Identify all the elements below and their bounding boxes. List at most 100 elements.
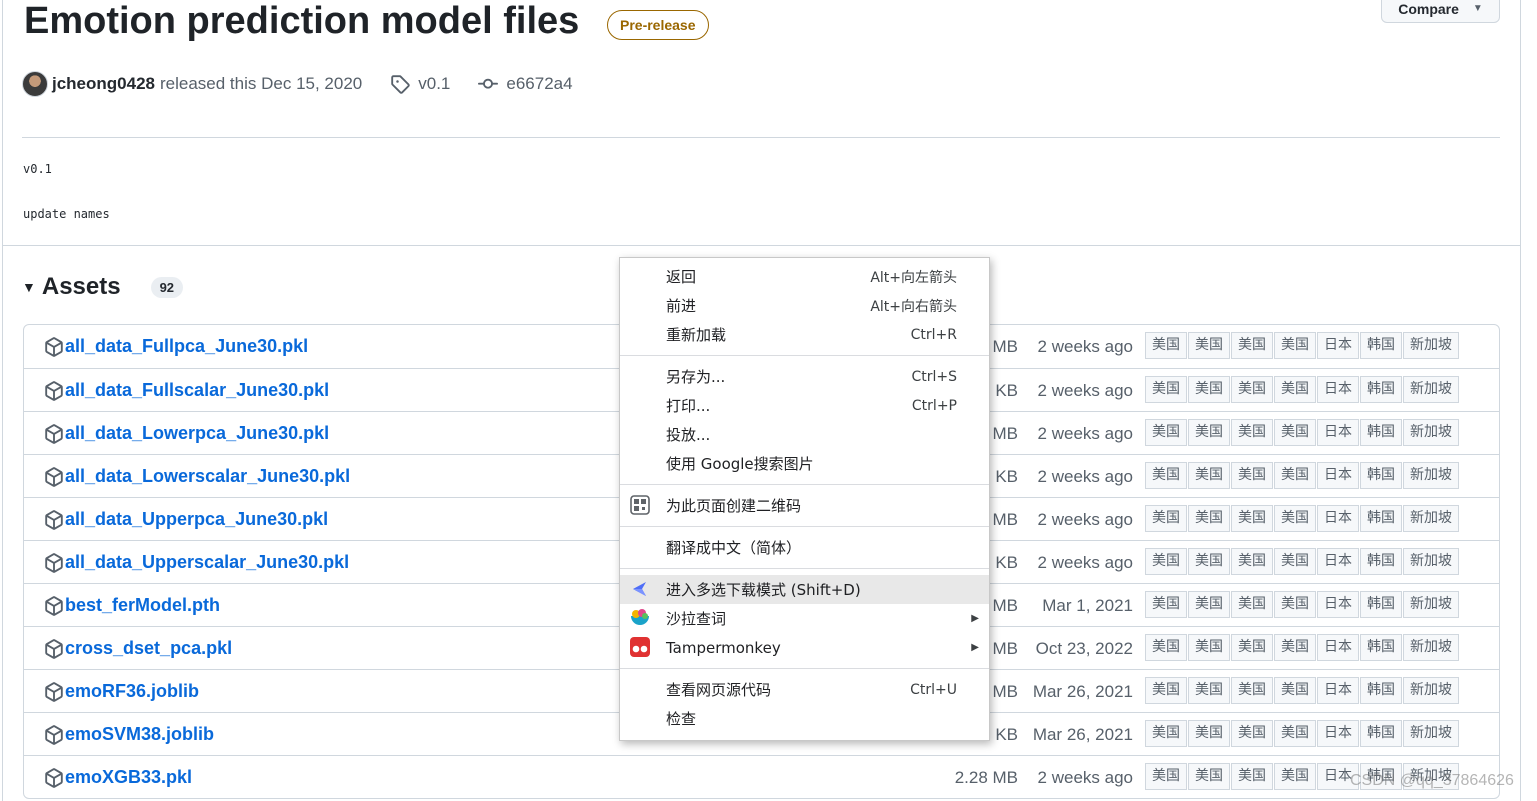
mirror-download-button[interactable]: 美国 <box>1274 677 1316 704</box>
mirror-download-button[interactable]: 新加坡 <box>1403 332 1459 359</box>
mirror-download-button[interactable]: 美国 <box>1231 591 1273 618</box>
mirror-download-button[interactable]: 新加坡 <box>1403 591 1459 618</box>
mirror-download-button[interactable]: 美国 <box>1145 591 1187 618</box>
mirror-download-button[interactable]: 美国 <box>1145 376 1187 403</box>
mirror-download-button[interactable]: 新加坡 <box>1403 462 1459 489</box>
mirror-download-button[interactable]: 美国 <box>1188 720 1230 747</box>
mirror-download-button[interactable]: 美国 <box>1188 548 1230 575</box>
asset-link[interactable]: emoXGB33.pkl <box>44 767 192 788</box>
asset-name[interactable]: emoSVM38.joblib <box>65 724 214 745</box>
mirror-download-button[interactable]: 美国 <box>1274 763 1316 790</box>
mirror-download-button[interactable]: 日本 <box>1317 332 1359 359</box>
context-menu-item[interactable]: 为此页面创建二维码 <box>620 491 989 520</box>
context-menu-item[interactable]: 查看网页源代码 Ctrl+U <box>620 675 989 704</box>
context-menu-item[interactable]: 返回 Alt+向左箭头 <box>620 262 989 291</box>
compare-button[interactable]: Compare ▼ <box>1381 0 1500 23</box>
mirror-download-button[interactable]: 美国 <box>1231 634 1273 661</box>
asset-link[interactable]: all_data_Fullscalar_June30.pkl <box>44 380 329 401</box>
mirror-download-button[interactable]: 日本 <box>1317 720 1359 747</box>
asset-link[interactable]: all_data_Fullpca_June30.pkl <box>44 336 308 357</box>
mirror-download-button[interactable]: 美国 <box>1188 462 1230 489</box>
mirror-download-button[interactable]: 美国 <box>1145 763 1187 790</box>
mirror-download-button[interactable]: 美国 <box>1188 332 1230 359</box>
mirror-download-button[interactable]: 韩国 <box>1360 591 1402 618</box>
asset-name[interactable]: emoRF36.joblib <box>65 681 199 702</box>
mirror-download-button[interactable]: 美国 <box>1145 419 1187 446</box>
mirror-download-button[interactable]: 美国 <box>1145 677 1187 704</box>
mirror-download-button[interactable]: 新加坡 <box>1403 634 1459 661</box>
mirror-download-button[interactable]: 美国 <box>1274 419 1316 446</box>
asset-name[interactable]: all_data_Upperpca_June30.pkl <box>65 509 328 530</box>
mirror-download-button[interactable]: 日本 <box>1317 548 1359 575</box>
mirror-download-button[interactable]: 美国 <box>1145 634 1187 661</box>
asset-link[interactable]: emoRF36.joblib <box>44 681 199 702</box>
context-menu-item[interactable]: 进入多选下载模式 (Shift+D) <box>620 575 989 604</box>
mirror-download-button[interactable]: 新加坡 <box>1403 677 1459 704</box>
mirror-download-button[interactable]: 美国 <box>1188 763 1230 790</box>
asset-link[interactable]: emoSVM38.joblib <box>44 724 214 745</box>
mirror-download-button[interactable]: 美国 <box>1231 376 1273 403</box>
mirror-download-button[interactable]: 美国 <box>1231 505 1273 532</box>
mirror-download-button[interactable]: 美国 <box>1274 462 1316 489</box>
context-menu-item[interactable]: 翻译成中文（简体） <box>620 533 989 562</box>
assets-toggle[interactable]: ▼ Assets 92 <box>22 273 184 301</box>
mirror-download-button[interactable]: 美国 <box>1231 332 1273 359</box>
asset-link[interactable]: all_data_Upperscalar_June30.pkl <box>44 552 349 573</box>
mirror-download-button[interactable]: 美国 <box>1274 376 1316 403</box>
mirror-download-button[interactable]: 美国 <box>1188 677 1230 704</box>
asset-name[interactable]: cross_dset_pca.pkl <box>65 638 232 659</box>
asset-link[interactable]: all_data_Upperpca_June30.pkl <box>44 509 328 530</box>
mirror-download-button[interactable]: 美国 <box>1145 332 1187 359</box>
author-link[interactable]: jcheong0428 <box>52 74 155 94</box>
mirror-download-button[interactable]: 韩国 <box>1360 462 1402 489</box>
mirror-download-button[interactable]: 新加坡 <box>1403 505 1459 532</box>
asset-name[interactable]: emoXGB33.pkl <box>65 767 192 788</box>
asset-name[interactable]: all_data_Lowerpca_June30.pkl <box>65 423 329 444</box>
mirror-download-button[interactable]: 美国 <box>1231 462 1273 489</box>
mirror-download-button[interactable]: 美国 <box>1145 462 1187 489</box>
mirror-download-button[interactable]: 日本 <box>1317 677 1359 704</box>
asset-name[interactable]: all_data_Upperscalar_June30.pkl <box>65 552 349 573</box>
mirror-download-button[interactable]: 日本 <box>1317 505 1359 532</box>
context-menu-item[interactable]: 使用 Google搜索图片 <box>620 449 989 478</box>
mirror-download-button[interactable]: 韩国 <box>1360 505 1402 532</box>
asset-link[interactable]: all_data_Lowerscalar_June30.pkl <box>44 466 350 487</box>
mirror-download-button[interactable]: 日本 <box>1317 419 1359 446</box>
context-menu-item[interactable]: 检查 <box>620 704 989 733</box>
mirror-download-button[interactable]: 美国 <box>1274 720 1316 747</box>
mirror-download-button[interactable]: 韩国 <box>1360 634 1402 661</box>
mirror-download-button[interactable]: 日本 <box>1317 591 1359 618</box>
mirror-download-button[interactable]: 美国 <box>1274 332 1316 359</box>
tag-link[interactable]: v0.1 <box>418 74 450 94</box>
mirror-download-button[interactable]: 美国 <box>1145 548 1187 575</box>
mirror-download-button[interactable]: 美国 <box>1188 634 1230 661</box>
mirror-download-button[interactable]: 美国 <box>1231 763 1273 790</box>
asset-name[interactable]: all_data_Lowerscalar_June30.pkl <box>65 466 350 487</box>
mirror-download-button[interactable]: 韩国 <box>1360 720 1402 747</box>
avatar[interactable] <box>22 71 48 97</box>
mirror-download-button[interactable]: 日本 <box>1317 376 1359 403</box>
mirror-download-button[interactable]: 日本 <box>1317 634 1359 661</box>
mirror-download-button[interactable]: 日本 <box>1317 462 1359 489</box>
mirror-download-button[interactable]: 美国 <box>1188 505 1230 532</box>
mirror-download-button[interactable]: 韩国 <box>1360 332 1402 359</box>
context-menu-item[interactable]: 沙拉查词 ▶ <box>620 604 989 633</box>
mirror-download-button[interactable]: 美国 <box>1188 591 1230 618</box>
context-menu-item[interactable]: 前进 Alt+向右箭头 <box>620 291 989 320</box>
mirror-download-button[interactable]: 韩国 <box>1360 677 1402 704</box>
asset-link[interactable]: cross_dset_pca.pkl <box>44 638 232 659</box>
mirror-download-button[interactable]: 美国 <box>1231 548 1273 575</box>
mirror-download-button[interactable]: 美国 <box>1188 419 1230 446</box>
mirror-download-button[interactable]: 新加坡 <box>1403 419 1459 446</box>
context-menu-item[interactable]: 重新加载 Ctrl+R <box>620 320 989 349</box>
mirror-download-button[interactable]: 新加坡 <box>1403 720 1459 747</box>
context-menu-item[interactable]: 投放... <box>620 420 989 449</box>
context-menu-item[interactable]: 打印... Ctrl+P <box>620 391 989 420</box>
mirror-download-button[interactable]: 美国 <box>1145 505 1187 532</box>
asset-name[interactable]: all_data_Fullscalar_June30.pkl <box>65 380 329 401</box>
mirror-download-button[interactable]: 美国 <box>1274 505 1316 532</box>
mirror-download-button[interactable]: 美国 <box>1188 376 1230 403</box>
mirror-download-button[interactable]: 新加坡 <box>1403 376 1459 403</box>
asset-link[interactable]: best_ferModel.pth <box>44 595 220 616</box>
mirror-download-button[interactable]: 美国 <box>1231 720 1273 747</box>
